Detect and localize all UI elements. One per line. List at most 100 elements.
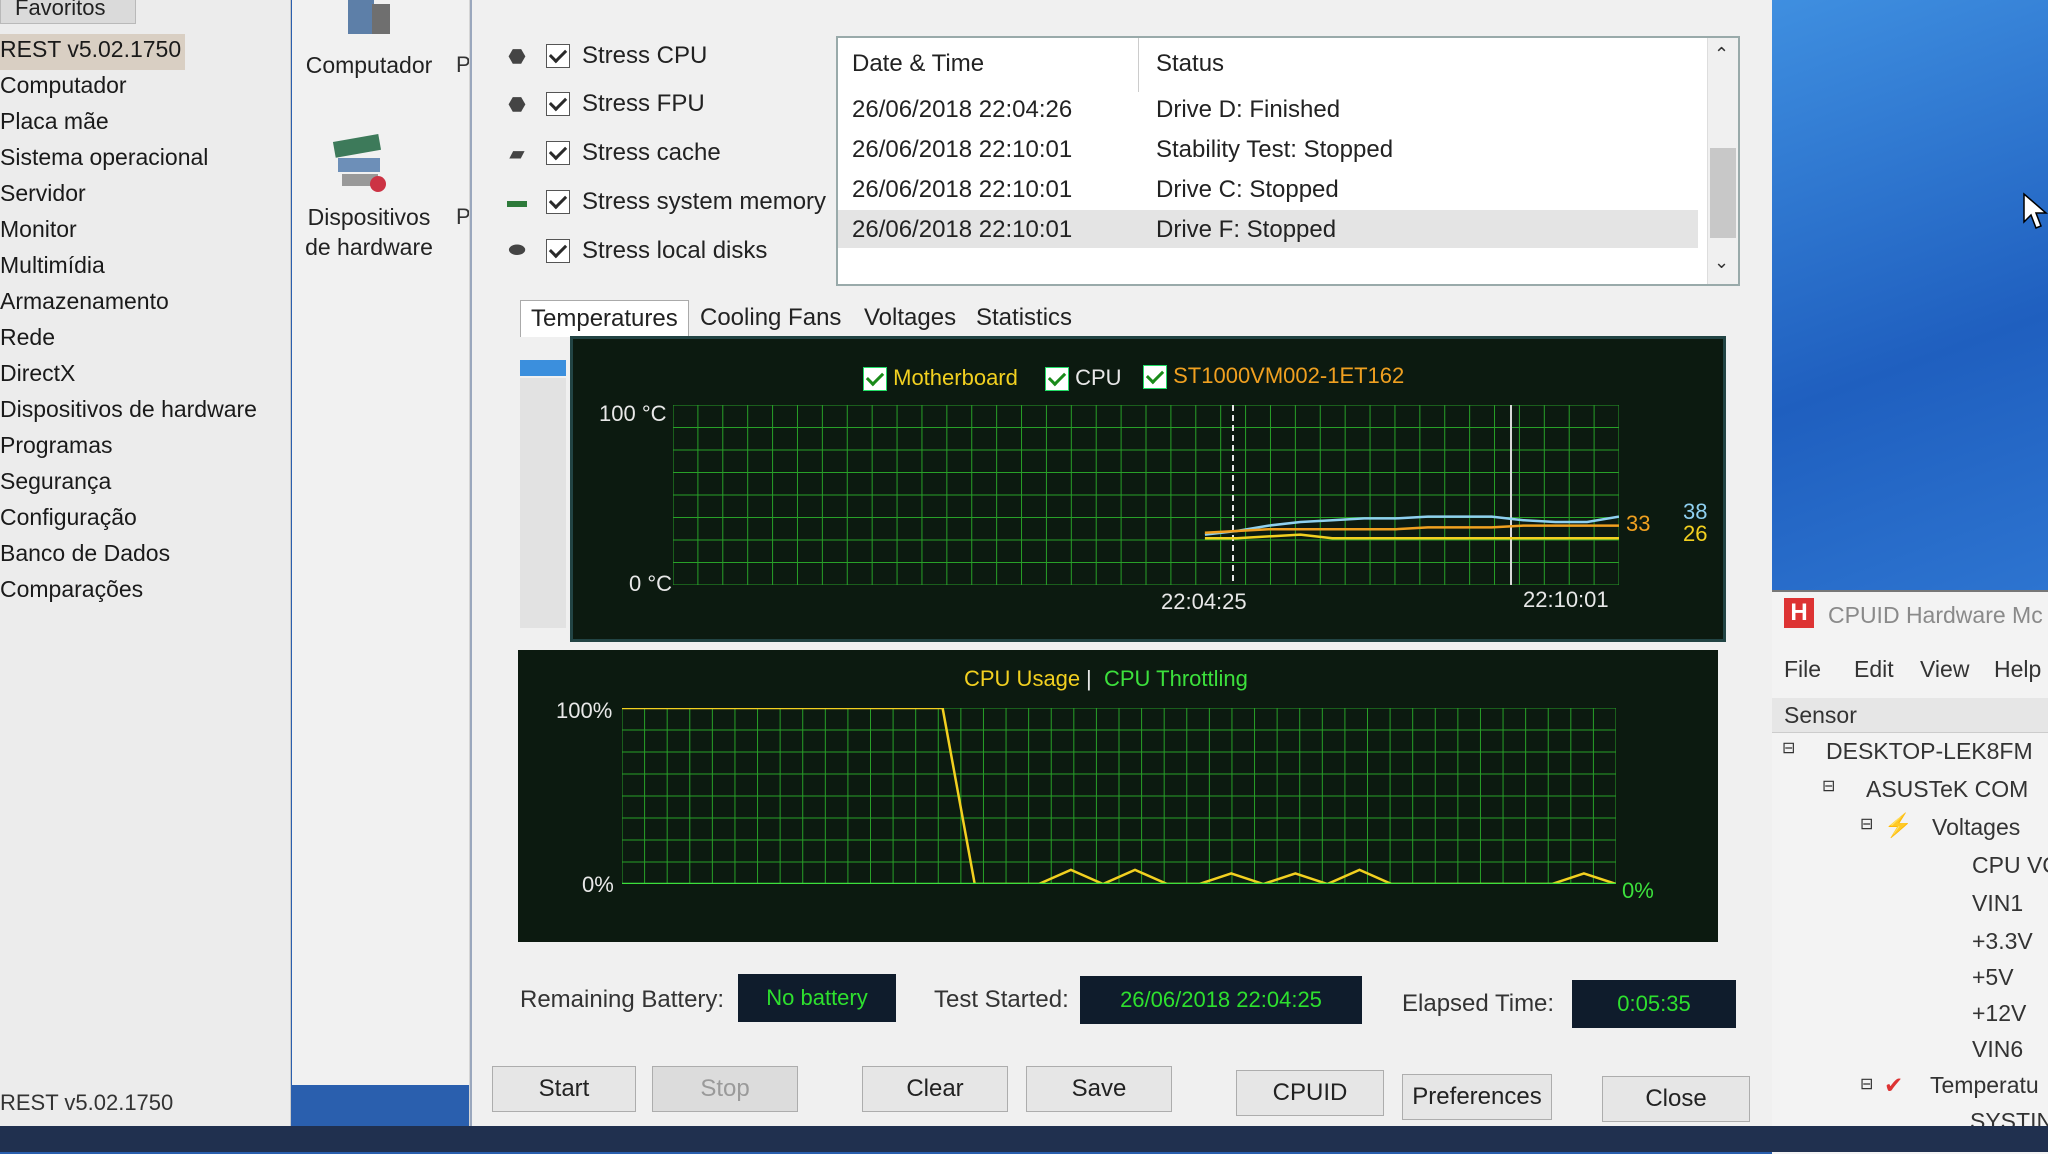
scroll-up-icon[interactable]: ⌃ bbox=[1714, 44, 1729, 65]
menu-file[interactable]: File bbox=[1784, 656, 1821, 683]
tree-leaf-vin1[interactable]: VIN1 bbox=[1972, 890, 2023, 917]
menu-edit[interactable]: Edit bbox=[1854, 656, 1894, 683]
stress-fpu-option[interactable]: ⬣ Stress FPU bbox=[500, 90, 704, 118]
collapse-icon[interactable]: ⊟ bbox=[1860, 814, 1873, 834]
nav-item-directx[interactable]: DirectX bbox=[0, 358, 257, 394]
stop-button[interactable]: Stop bbox=[652, 1066, 798, 1112]
stress-cpu-label: Stress CPU bbox=[582, 42, 708, 69]
log-scrollbar[interactable]: ⌃ ⌄ bbox=[1707, 38, 1738, 284]
remaining-battery-value: No battery bbox=[738, 974, 896, 1022]
nav-item-multimidia[interactable]: Multimídia bbox=[0, 250, 257, 286]
save-button[interactable]: Save bbox=[1026, 1066, 1172, 1112]
thermometer-icon: ✔ bbox=[1884, 1072, 1904, 1098]
nav-item-seguranca[interactable]: Segurança bbox=[0, 466, 257, 502]
tree-leaf-3v3[interactable]: +3.3V bbox=[1972, 928, 2033, 955]
tree-leaf-cpu-vcore[interactable]: CPU VC bbox=[1972, 852, 2048, 879]
disk-drive-icon: ⬬ bbox=[508, 239, 526, 261]
log-date: 26/06/2018 22:10:01 bbox=[852, 176, 1073, 203]
stress-memory-option[interactable]: ▬ Stress system memory bbox=[500, 188, 826, 216]
menu-view[interactable]: View bbox=[1920, 656, 1969, 683]
stress-memory-checkbox[interactable] bbox=[546, 190, 570, 214]
temp-y-max: 100 °C bbox=[599, 401, 667, 426]
menu-help[interactable]: Help bbox=[1994, 656, 2041, 683]
temperature-series bbox=[1204, 515, 1619, 540]
table-row[interactable]: 26/06/2018 22:10:01 Drive F: Stopped bbox=[838, 210, 1698, 248]
nav-item-servidor[interactable]: Servidor bbox=[0, 178, 257, 214]
cpuid-button[interactable]: CPUID bbox=[1236, 1070, 1384, 1116]
close-button[interactable]: Close bbox=[1602, 1076, 1750, 1122]
nav-item-placa-mae[interactable]: Placa mãe bbox=[0, 106, 257, 142]
nav-item-armazenamento[interactable]: Armazenamento bbox=[0, 286, 257, 322]
legend-cpu[interactable]: CPU bbox=[1045, 365, 1122, 392]
temp-x-start: 22:04:25 bbox=[1161, 589, 1247, 614]
hardware-devices-label-2[interactable]: de hardware bbox=[294, 234, 444, 261]
fpu-icon: ⬣ bbox=[508, 94, 526, 116]
nav-item-configuracao[interactable]: Configuração bbox=[0, 502, 257, 538]
nav-item-comparacoes[interactable]: Comparações bbox=[0, 574, 257, 610]
scroll-thumb[interactable] bbox=[1710, 148, 1736, 238]
tree-node-temperatures[interactable]: Temperatu bbox=[1930, 1072, 2039, 1099]
tab-cooling-fans[interactable]: Cooling Fans bbox=[690, 300, 851, 336]
computer-icon[interactable] bbox=[328, 0, 408, 40]
event-log-table[interactable]: Date & Time Status 26/06/2018 22:04:26 D… bbox=[836, 36, 1740, 286]
sensor-column-header[interactable]: Sensor bbox=[1784, 702, 1857, 729]
computer-label[interactable]: Computador bbox=[294, 52, 444, 79]
stress-cache-option[interactable]: ▰ Stress cache bbox=[500, 139, 720, 167]
series-line-motherboard bbox=[1204, 533, 1619, 540]
date-time-column-header[interactable]: Date & Time bbox=[852, 50, 984, 78]
stress-fpu-checkbox[interactable] bbox=[546, 92, 570, 116]
tab-voltages[interactable]: Voltages bbox=[854, 300, 966, 336]
tab-statistics[interactable]: Statistics bbox=[966, 300, 1082, 336]
legend-disk[interactable]: ST1000VM002-1ET162 bbox=[1143, 363, 1404, 390]
log-date: 26/06/2018 22:10:01 bbox=[852, 136, 1073, 163]
stress-disks-checkbox[interactable] bbox=[546, 239, 570, 263]
table-row[interactable]: 26/06/2018 22:10:01 Drive C: Stopped bbox=[838, 170, 1698, 208]
desktop-background bbox=[1772, 0, 2048, 590]
temperature-grid bbox=[673, 405, 1619, 585]
legend-cpu-checkbox[interactable] bbox=[1045, 367, 1069, 392]
legend-motherboard-checkbox[interactable] bbox=[863, 367, 887, 392]
nav-item-rede[interactable]: Rede bbox=[0, 322, 257, 358]
legend-motherboard-label: Motherboard bbox=[893, 365, 1018, 390]
nav-item-dispositivos[interactable]: Dispositivos de hardware bbox=[0, 394, 257, 430]
collapse-icon[interactable]: ⊟ bbox=[1860, 1074, 1873, 1094]
legend-disk-checkbox[interactable] bbox=[1143, 365, 1167, 390]
stress-cpu-option[interactable]: ⬣ Stress CPU bbox=[500, 42, 707, 70]
status-column-header[interactable]: Status bbox=[1156, 50, 1224, 78]
table-row[interactable]: 26/06/2018 22:10:01 Stability Test: Stop… bbox=[838, 130, 1698, 168]
nav-item-sistema-operacional[interactable]: Sistema operacional bbox=[0, 142, 257, 178]
table-row[interactable]: 26/06/2018 22:04:26 Drive D: Finished bbox=[838, 90, 1698, 128]
stress-cpu-checkbox[interactable] bbox=[546, 44, 570, 68]
hwmonitor-title: CPUID Hardware Mc bbox=[1828, 602, 2043, 628]
log-status: Stability Test: Stopped bbox=[1156, 136, 1394, 163]
tree-leaf-12v[interactable]: +12V bbox=[1972, 1000, 2026, 1027]
nav-item-programas[interactable]: Programas bbox=[0, 430, 257, 466]
temperature-graph: Motherboard CPU ST1000VM002-1ET162 100 °… bbox=[570, 336, 1726, 642]
stress-disks-option[interactable]: ⬬ Stress local disks bbox=[500, 237, 767, 265]
cpu-chip-icon: ⬣ bbox=[508, 46, 526, 68]
nav-item-banco-de-dados[interactable]: Banco de Dados bbox=[0, 538, 257, 574]
tree-leaf-vin6[interactable]: VIN6 bbox=[1972, 1036, 2023, 1063]
legend-motherboard[interactable]: Motherboard bbox=[863, 365, 1018, 392]
log-date: 26/06/2018 22:04:26 bbox=[852, 96, 1073, 123]
nav-item-computador[interactable]: Computador bbox=[0, 70, 257, 106]
favorites-tab[interactable]: Favoritos bbox=[0, 0, 136, 24]
log-status: Drive F: Stopped bbox=[1156, 216, 1337, 243]
collapse-icon[interactable]: ⊟ bbox=[1782, 738, 1795, 758]
hardware-devices-label-1[interactable]: Dispositivos bbox=[294, 204, 444, 231]
nav-item-rest[interactable]: REST v5.02.1750 bbox=[0, 34, 186, 70]
nav-item-monitor[interactable]: Monitor bbox=[0, 214, 257, 250]
tree-node-voltages[interactable]: Voltages bbox=[1932, 814, 2020, 841]
scroll-down-icon[interactable]: ⌄ bbox=[1714, 252, 1729, 273]
clear-button[interactable]: Clear bbox=[862, 1066, 1008, 1112]
start-button[interactable]: Start bbox=[492, 1066, 636, 1112]
tree-node-desktop[interactable]: DESKTOP-LEK8FM bbox=[1826, 738, 2033, 765]
tab-temperatures[interactable]: Temperatures bbox=[520, 300, 689, 337]
stress-cache-checkbox[interactable] bbox=[546, 141, 570, 165]
tree-node-asus[interactable]: ASUSTeK COM bbox=[1866, 776, 2028, 803]
memory-module-icon: ▬ bbox=[507, 190, 527, 212]
hardware-devices-icon[interactable] bbox=[326, 132, 396, 196]
collapse-icon[interactable]: ⊟ bbox=[1822, 776, 1835, 796]
preferences-button[interactable]: Preferences bbox=[1402, 1074, 1552, 1120]
tree-leaf-5v[interactable]: +5V bbox=[1972, 964, 2014, 991]
